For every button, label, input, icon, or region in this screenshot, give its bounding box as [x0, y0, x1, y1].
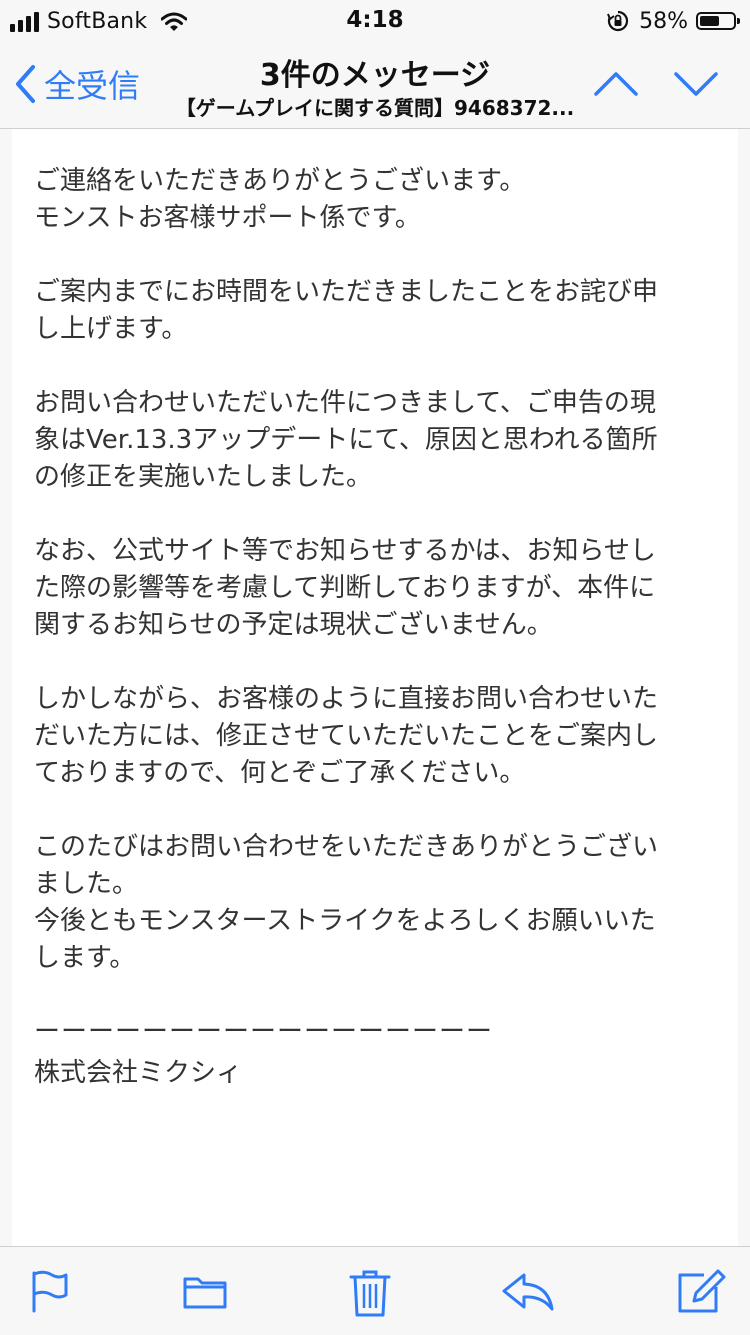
status-bar: SoftBank 4:18 58% — [0, 0, 750, 40]
thread-title: 3件のメッセージ — [259, 58, 491, 93]
compose-button[interactable] — [676, 1267, 726, 1315]
bottom-toolbar — [0, 1246, 750, 1335]
signature-divider: ーーーーーーーーーーーーーーーーー — [34, 1017, 494, 1047]
battery-icon — [696, 12, 740, 30]
battery-fill — [700, 16, 719, 26]
reply-button[interactable] — [500, 1267, 554, 1315]
message-text: ご連絡をいただきありがとうございます。 モンストお客様サポート係です。 ご案内ま… — [34, 163, 714, 1092]
message-paragraph: ご案内までにお時間をいただきましたことをお詫び申 し上げます。 — [34, 277, 659, 344]
move-to-folder-button[interactable] — [181, 1267, 229, 1315]
flag-icon — [32, 1270, 68, 1313]
back-label: 全受信 — [44, 67, 141, 105]
delete-button[interactable] — [346, 1267, 394, 1317]
navigation-bar: 全受信 3件のメッセージ 【ゲームプレイに関する質問】9468372... — [0, 40, 750, 129]
battery-percent: 58% — [639, 8, 688, 34]
next-message-button[interactable] — [672, 62, 720, 106]
orientation-lock-icon — [607, 10, 629, 32]
message-paragraph: お問い合わせいただいた件につきまして、ご申告の現 象はVer.13.3アップデー… — [34, 388, 658, 492]
reply-icon — [502, 1273, 554, 1311]
message-body[interactable]: ご連絡をいただきありがとうございます。 モンストお客様サポート係です。 ご案内ま… — [12, 129, 738, 1246]
message-paragraph: このたびはお問い合わせをいただきありがとうござい ました。 今後ともモンスタース… — [34, 832, 659, 973]
message-paragraph: なお、公式サイト等でお知らせするかは、お知らせし た際の影響等を考慮して判断して… — [34, 536, 656, 640]
back-button[interactable]: 全受信 — [14, 60, 140, 108]
status-right: 58% — [607, 6, 740, 36]
chevron-up-icon — [594, 72, 638, 96]
compose-icon — [678, 1269, 726, 1313]
thread-subject: 【ゲームプレイに関する質問】9468372... — [175, 96, 575, 120]
previous-message-button[interactable] — [592, 62, 640, 106]
message-paragraph: しかしながら、お客様のように直接お問い合わせいた だいた方には、修正させていただ… — [34, 684, 659, 788]
chevron-down-icon — [674, 72, 718, 96]
chevron-left-icon — [16, 65, 35, 103]
trash-icon — [349, 1270, 391, 1317]
message-paragraph: ご連絡をいただきありがとうございます。 モンストお客様サポート係です。 — [34, 166, 526, 233]
flag-button[interactable] — [26, 1267, 74, 1315]
folder-icon — [183, 1277, 227, 1309]
signature-company: 株式会社ミクシィ — [34, 1058, 243, 1088]
